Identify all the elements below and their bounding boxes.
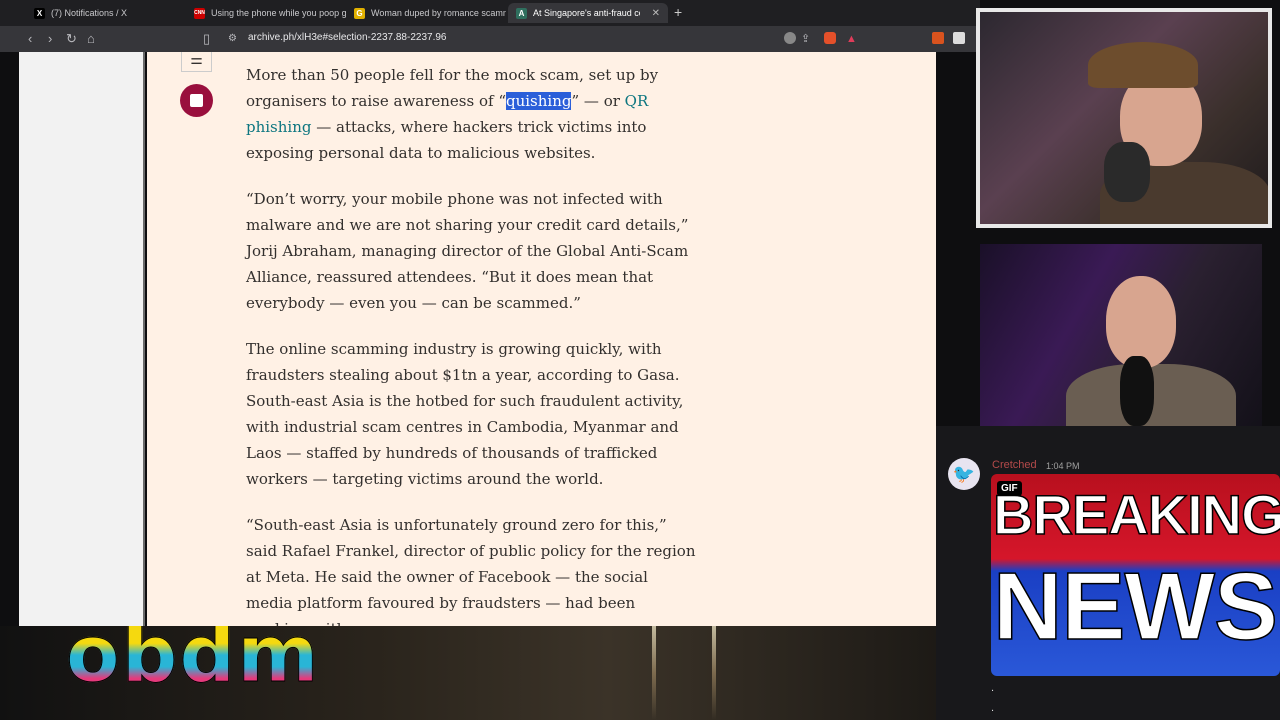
article-page: ⚌ More than 50 people fell for the mock …	[147, 52, 936, 626]
article-body: More than 50 people fell for the mock sc…	[246, 62, 696, 626]
text-settings-button[interactable]: ⚌	[181, 52, 212, 72]
guardian-favicon-icon: G	[354, 7, 365, 19]
cnn-favicon-icon: CNN	[194, 7, 205, 19]
chat-message-dot: .	[991, 682, 995, 694]
reload-icon[interactable]: ↻	[66, 31, 77, 47]
extension-2-icon[interactable]	[953, 32, 965, 44]
user-avatar[interactable]: 🐦	[948, 458, 980, 490]
webcam-feed-2	[980, 244, 1262, 436]
browser-toolbar: ‹ › ↻ ⌂ ▯ ⚙ archive.ph/xlH3e#selection-2…	[0, 26, 980, 52]
bookmark-icon[interactable]: ▯	[203, 31, 210, 47]
tab-cnn[interactable]: CNN Using the phone while you poop gre	[186, 3, 346, 23]
background-light	[712, 626, 716, 720]
tab-notifications[interactable]: X (7) Notifications / X	[26, 3, 186, 23]
page-margin	[19, 52, 145, 626]
share-icon[interactable]: ⇪	[801, 31, 810, 47]
site-info-icon[interactable]: ⚙	[228, 31, 237, 47]
chat-message-dot: .	[991, 702, 995, 714]
gif-text-line1: BREAKING	[992, 482, 1280, 547]
close-tab-icon[interactable]: ✕	[652, 8, 660, 19]
tab-title: Woman duped by romance scammer	[371, 8, 506, 18]
home-icon[interactable]: ⌂	[87, 31, 95, 47]
rewards-icon[interactable]: ▲	[846, 31, 857, 47]
stream-overlay-strip: obdm	[0, 626, 936, 720]
webcam-feed-1	[976, 8, 1272, 228]
brave-shield-icon[interactable]	[824, 32, 836, 44]
stop-icon	[190, 94, 203, 107]
tab-romance-scam[interactable]: G Woman duped by romance scammer	[346, 3, 506, 23]
chat-panel: 🐦 Cretched 1:04 PM GIF BREAKING NEWS . .	[936, 426, 1280, 720]
chat-username[interactable]: Cretched	[992, 459, 1037, 471]
tab-bar: X (7) Notifications / X CNN Using the ph…	[0, 0, 980, 26]
chat-timestamp: 1:04 PM	[1046, 461, 1080, 471]
tab-singapore-active[interactable]: A At Singapore's anti-fraud conve ✕	[508, 3, 668, 23]
archive-favicon-icon: A	[516, 7, 527, 19]
new-tab-button[interactable]: +	[674, 4, 682, 20]
tab-title: Using the phone while you poop gre	[211, 8, 346, 18]
text-selection-highlight: quishing	[506, 92, 572, 110]
address-bar[interactable]: archive.ph/xlH3e#selection-2237.88-2237.…	[248, 32, 446, 43]
tab-title: At Singapore's anti-fraud conve	[533, 8, 640, 18]
x-favicon-icon: X	[34, 7, 45, 19]
article-paragraph: More than 50 people fell for the mock sc…	[246, 66, 659, 162]
gif-text-line2: NEWS	[992, 552, 1279, 661]
background-light	[652, 626, 656, 720]
reader-mode-icon[interactable]	[784, 32, 796, 44]
article-paragraph: “South-east Asia is unfortunately ground…	[246, 516, 696, 626]
article-paragraph: The online scamming industry is growing …	[246, 340, 684, 488]
back-icon[interactable]: ‹	[28, 31, 32, 47]
extension-icon[interactable]	[932, 32, 944, 44]
breaking-news-gif[interactable]: GIF BREAKING NEWS	[991, 474, 1280, 676]
forward-icon[interactable]: ›	[48, 31, 52, 47]
tab-title: (7) Notifications / X	[51, 8, 128, 18]
article-paragraph: “Don’t worry, your mobile phone was not …	[246, 190, 689, 312]
stream-logo: obdm	[66, 626, 321, 695]
stop-audio-button[interactable]	[180, 84, 213, 117]
